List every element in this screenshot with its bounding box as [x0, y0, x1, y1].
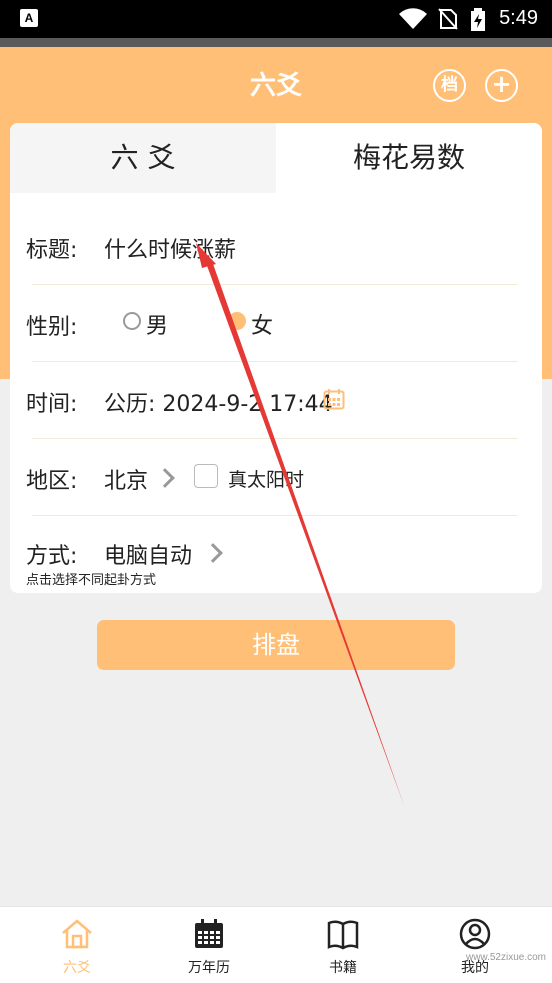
method-value[interactable]: 电脑自动 [104, 538, 192, 570]
nav-label: 书籍 [329, 960, 357, 976]
status-divider [0, 38, 552, 47]
chevron-right-icon[interactable] [203, 543, 223, 563]
form-card: 六 爻 梅花易数 标题: 什么时候涨薪 性别: 男 女 时间: 公历: 2024… [10, 123, 542, 593]
user-icon [459, 918, 491, 950]
nav-item-books[interactable]: 书籍 [274, 907, 412, 983]
watermark: www.52zixue.com [465, 952, 546, 963]
calendar-icon [195, 919, 223, 948]
title-label: 标题: [26, 238, 78, 263]
notification-a-icon: A [20, 9, 38, 27]
method-label: 方式: [26, 544, 78, 569]
chevron-right-icon[interactable] [155, 468, 175, 488]
time-label: 时间: [26, 392, 78, 417]
male-radio[interactable] [123, 312, 141, 330]
status-time: 5:49 [499, 7, 538, 29]
nav-item-liuyao[interactable]: 六爻 [8, 907, 146, 983]
add-button[interactable]: + [485, 69, 518, 102]
nav-item-mine[interactable]: 我的 [406, 907, 544, 983]
nav-label: 六爻 [63, 960, 91, 976]
wifi-icon [399, 8, 427, 29]
tab-meihua[interactable]: 梅花易数 [276, 123, 542, 193]
no-sim-icon [438, 8, 458, 30]
calendar-icon[interactable] [323, 388, 345, 410]
battery-charging-icon [471, 8, 485, 31]
time-value[interactable]: 公历: 2024-9-2 17:44 [104, 386, 333, 418]
nav-item-calendar[interactable]: 万年历 [140, 907, 278, 983]
status-bar: A 5:49 [0, 0, 552, 38]
title-input[interactable]: 什么时候涨薪 [104, 232, 236, 264]
tab-liuyao[interactable]: 六 爻 [10, 123, 276, 193]
region-value[interactable]: 北京 [104, 463, 148, 495]
method-hint: 点击选择不同起卦方式 [26, 573, 157, 588]
male-label[interactable]: 男 [146, 308, 168, 340]
gender-row: 性别: 男 女 [10, 285, 542, 362]
true-solar-label[interactable]: 真太阳时 [228, 465, 304, 492]
female-label[interactable]: 女 [251, 308, 273, 340]
book-icon [327, 920, 359, 950]
female-radio[interactable] [228, 312, 246, 330]
home-icon [62, 919, 92, 949]
true-solar-checkbox[interactable] [194, 464, 218, 488]
paipan-button[interactable]: 排盘 [97, 620, 455, 670]
tab-bar: 六 爻 梅花易数 [10, 123, 542, 193]
region-row: 地区: 北京 真太阳时 [10, 439, 542, 516]
region-label: 地区: [26, 469, 78, 494]
title-row[interactable]: 标题: 什么时候涨薪 [10, 208, 542, 285]
archive-button[interactable]: 档 [433, 69, 466, 102]
page-title: 六爻 [249, 71, 302, 101]
bottom-nav: 六爻 万年历 书籍 我的 [0, 906, 552, 983]
gender-label: 性别: [26, 315, 78, 340]
time-row[interactable]: 时间: 公历: 2024-9-2 17:44 [10, 362, 542, 439]
nav-label: 万年历 [188, 960, 230, 976]
